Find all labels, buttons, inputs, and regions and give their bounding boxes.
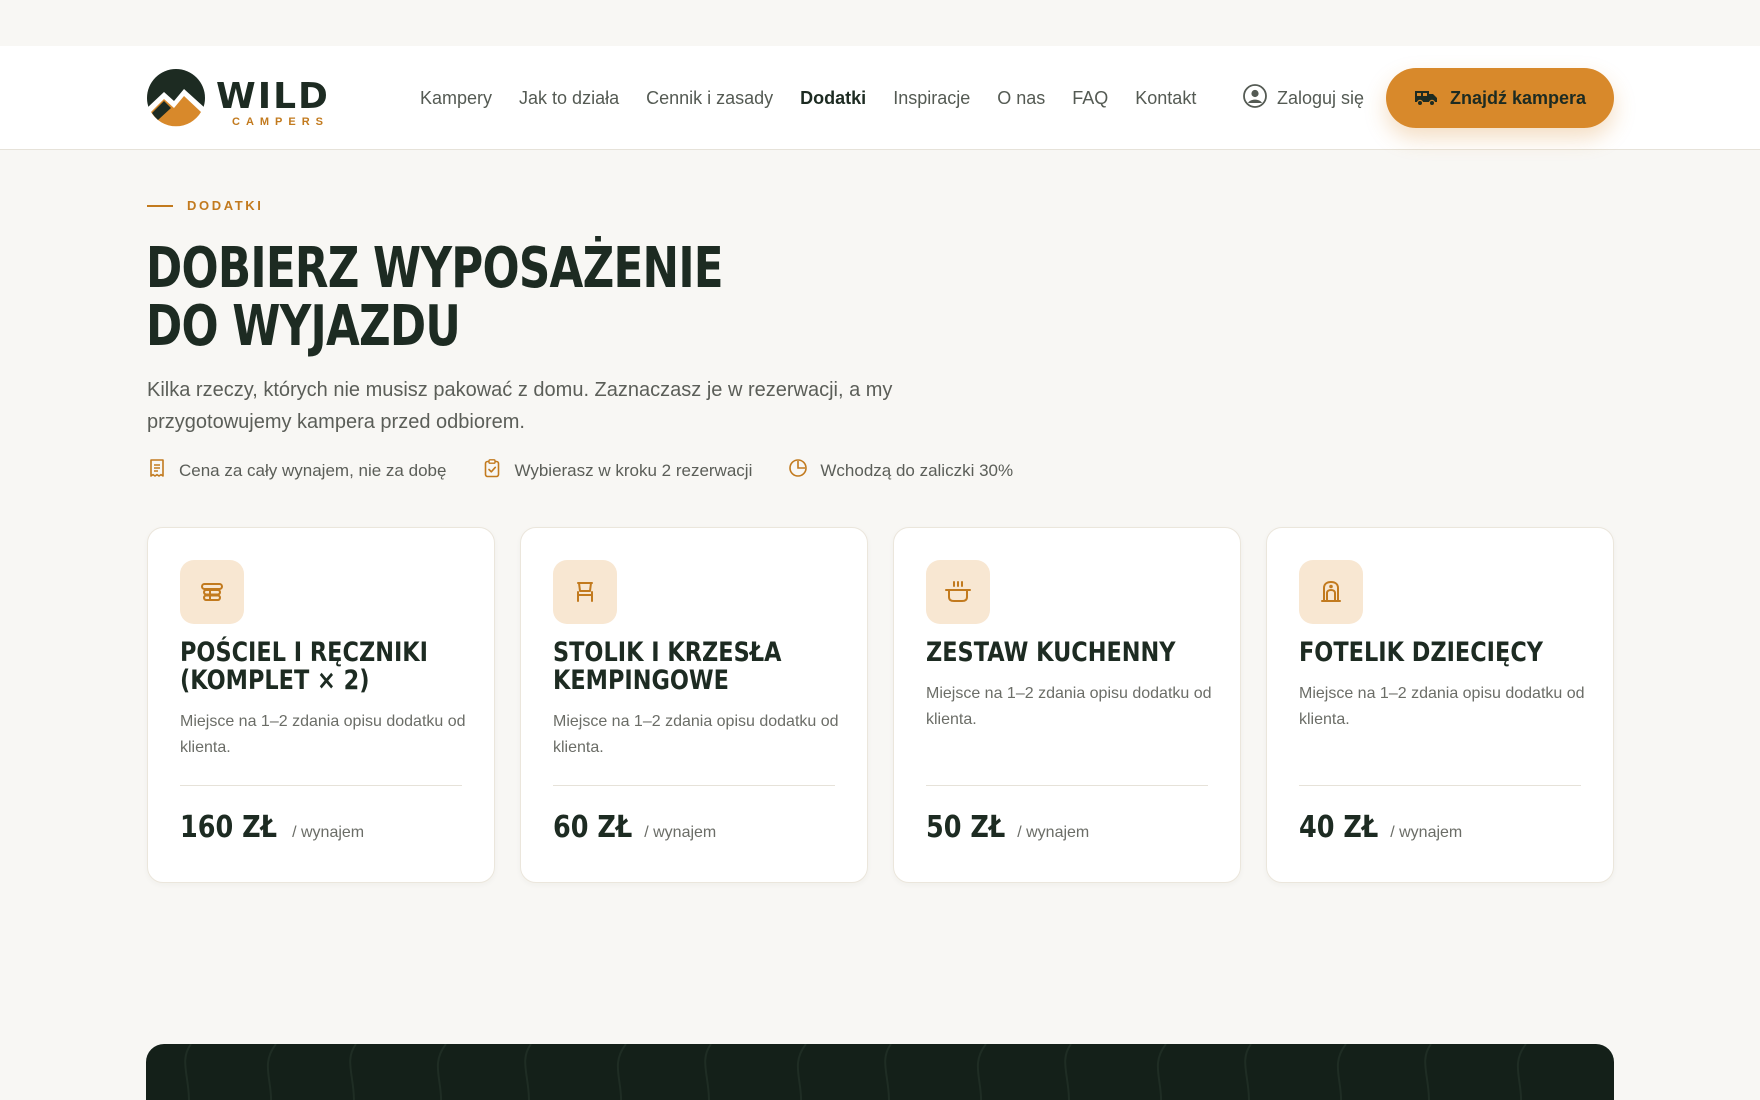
pie-clock-icon: [788, 458, 808, 483]
price-value: 40 ZŁ: [1299, 810, 1379, 845]
user-circle-icon: [1243, 83, 1267, 113]
wild-campers-logo[interactable]: WILD CAMPERS: [146, 68, 346, 137]
addon-title: Zestaw kuchenny: [926, 637, 1176, 668]
price-unit: / wynajem: [1017, 824, 1090, 841]
addon-card-child-seat[interactable]: Fotelik dziecięcy Miejsce na 1–2 zdania …: [1266, 527, 1614, 883]
nav-jak-to-dziala[interactable]: Jak to działa: [519, 88, 619, 109]
receipt-icon: [147, 458, 167, 483]
nav-o-nas[interactable]: O nas: [997, 88, 1045, 109]
price-value: 50 ZŁ: [926, 810, 1006, 845]
addon-card-bedding[interactable]: Pościel i ręczniki (komplet × 2) Miejsce…: [147, 527, 495, 883]
addon-description: Miejsce na 1–2 zdania opisu dodatku od k…: [1299, 685, 1585, 728]
feature-label: Wybierasz w kroku 2 rezerwacji: [514, 460, 753, 480]
feature-item: Wybierasz w kroku 2 rezerwacji: [482, 458, 752, 483]
addon-cards: Pościel i ręczniki (komplet × 2) Miejsce…: [147, 527, 1614, 883]
nav-faq[interactable]: FAQ: [1072, 88, 1108, 109]
feature-list: Cena za cały wynajem, nie za dobę Wybier…: [147, 458, 1013, 483]
dark-cta-section: [146, 1044, 1614, 1100]
camper-van-icon: [1414, 87, 1438, 110]
addon-title: Stolik i krzesła kempingowe: [553, 637, 782, 696]
card-divider: [1299, 785, 1581, 786]
addon-description: Miejsce na 1–2 zdania opisu dodatku od k…: [926, 685, 1212, 728]
nav-kontakt[interactable]: Kontakt: [1135, 88, 1196, 109]
price-value: 160 ZŁ: [180, 810, 277, 845]
top-strip: [0, 0, 1760, 46]
cooking-pot-icon: [926, 560, 990, 624]
nav-dodatki[interactable]: Dodatki: [800, 88, 866, 109]
bedding-towels-icon: [180, 560, 244, 624]
child-seat-icon: [1299, 560, 1363, 624]
addon-price: 60 ZŁ / wynajem: [553, 810, 716, 845]
feature-item: Wchodzą do zaliczki 30%: [788, 458, 1013, 483]
page-title: DOBIERZ WYPOSAŻENIE DO WYJAZDU: [146, 240, 848, 356]
addon-price: 50 ZŁ / wynajem: [926, 810, 1089, 845]
clipboard-check-icon: [482, 458, 502, 483]
nav-inspiracje[interactable]: Inspiracje: [893, 88, 970, 109]
feature-label: Wchodzą do zaliczki 30%: [820, 460, 1014, 480]
feature-label: Cena za cały wynajem, nie za dobę: [179, 460, 447, 480]
nav-kampery[interactable]: Kampery: [420, 88, 492, 109]
addon-description: Miejsce na 1–2 zdania opisu dodatku od k…: [553, 713, 839, 756]
login-link[interactable]: Zaloguj się: [1243, 46, 1364, 150]
logo-wordmark: WILD: [216, 76, 330, 117]
addon-card-table-chairs[interactable]: Stolik i krzesła kempingowe Miejsce na 1…: [520, 527, 868, 883]
page-title-line-2: DO WYJAZDU: [146, 294, 461, 359]
addon-description: Miejsce na 1–2 zdania opisu dodatku od k…: [180, 713, 466, 756]
price-value: 60 ZŁ: [553, 810, 633, 845]
eyebrow-text: DODATKI: [187, 198, 264, 213]
lead-paragraph: Kilka rzeczy, których nie musisz pakować…: [147, 379, 893, 433]
card-divider: [926, 785, 1208, 786]
main-nav: Kampery Jak to działa Cennik i zasady Do…: [420, 46, 1196, 150]
site-header: WILD CAMPERS Kampery Jak to działa Cenni…: [0, 46, 1760, 150]
eyebrow-line: [147, 204, 173, 207]
nav-cennik[interactable]: Cennik i zasady: [646, 88, 773, 109]
logo-subtitle: CAMPERS: [232, 116, 329, 128]
price-unit: / wynajem: [644, 824, 717, 841]
addon-price: 40 ZŁ / wynajem: [1299, 810, 1462, 845]
page-title-line-1: DOBIERZ WYPOSAŻENIE: [146, 236, 724, 301]
addon-card-kitchen-set[interactable]: Zestaw kuchenny Miejsce na 1–2 zdania op…: [893, 527, 1241, 883]
login-label: Zaloguj się: [1277, 87, 1365, 108]
feature-item: Cena za cały wynajem, nie za dobę: [147, 458, 446, 483]
topo-pattern: [184, 1044, 1527, 1100]
price-unit: / wynajem: [1390, 824, 1463, 841]
addon-title: Pościel i ręczniki (komplet × 2): [180, 637, 428, 696]
addon-title: Fotelik dziecięcy: [1299, 637, 1544, 668]
camping-chair-icon: [553, 560, 617, 624]
find-camper-label: Znajdź kampera: [1449, 87, 1587, 108]
section-eyebrow: DODATKI: [147, 198, 263, 213]
find-camper-button[interactable]: Znajdź kampera: [1386, 68, 1614, 128]
addon-price: 160 ZŁ / wynajem: [180, 810, 364, 845]
card-divider: [553, 785, 835, 786]
price-unit: / wynajem: [292, 824, 365, 841]
card-divider: [180, 785, 462, 786]
